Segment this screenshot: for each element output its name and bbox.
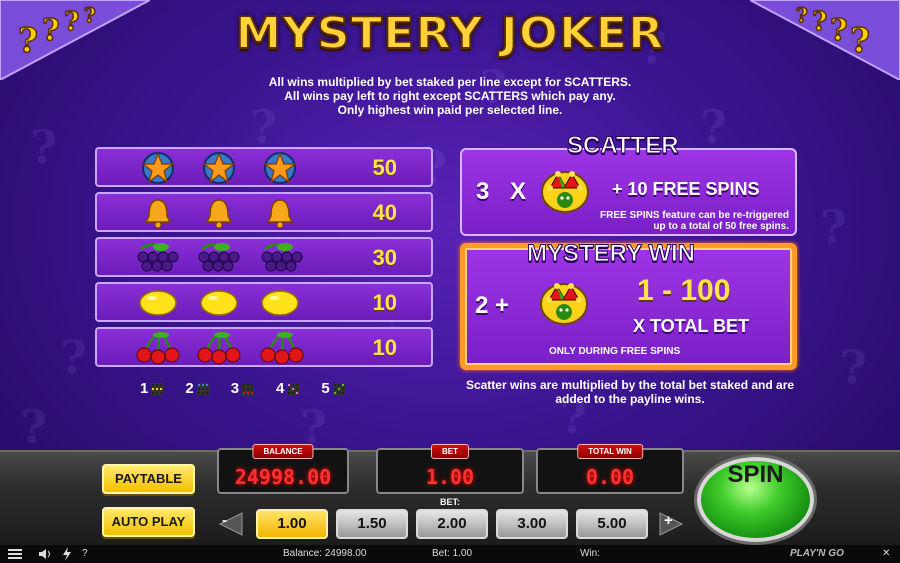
bell-icon: [205, 199, 233, 229]
help-button[interactable]: ?: [82, 548, 88, 559]
mystery-win-title: MYSTERY WIN: [526, 240, 696, 268]
paytable-value: 50: [372, 155, 397, 180]
grapes-icon: [198, 242, 240, 272]
mystery-win-count: 2 +: [475, 292, 510, 319]
scatter-count: 3: [476, 178, 490, 205]
payline-indicators: 1 2 3 4 5: [140, 380, 345, 397]
scatter-note: FREE SPINS feature can be re-triggered u…: [600, 210, 789, 232]
playngo-logo: PLAY'N GO: [790, 548, 844, 559]
payline-number: 3: [230, 380, 240, 397]
scatter-note-line-1: FREE SPINS feature can be re-triggered: [600, 210, 789, 221]
star-icon: [202, 152, 236, 184]
bet-option[interactable]: 5.00: [576, 509, 648, 539]
scatter-panel: SCATTER 3 X + 10 FREE SPINS FREE SPINS f…: [460, 132, 797, 236]
star-icon: [141, 152, 175, 184]
star-icon: [263, 152, 297, 184]
spin-button[interactable]: SPIN: [697, 457, 814, 542]
close-button[interactable]: ✕: [882, 548, 890, 559]
bet-option[interactable]: 3.00: [496, 509, 568, 539]
bet-selector-label: BET:: [440, 497, 460, 507]
grapes-icon: [261, 242, 303, 272]
bet-option[interactable]: 1.50: [336, 509, 408, 539]
balance-value: 24998.00: [234, 465, 332, 489]
payline-grid-icon: [242, 382, 255, 395]
payline-number: 5: [321, 380, 330, 397]
status-balance: Balance: 24998.00: [283, 548, 367, 559]
scatter-note-line-2: up to a total of 50 free spins.: [653, 221, 789, 232]
lightning-icon[interactable]: [62, 547, 72, 561]
total-win-value: 0.00: [585, 465, 635, 489]
payline-5: 5: [321, 380, 345, 397]
sound-icon[interactable]: [38, 548, 52, 560]
grapes-icon: [137, 242, 179, 272]
paytable: 50 40 30 10 10: [95, 147, 433, 372]
rules-text: All wins multiplied by bet staked per li…: [0, 75, 900, 117]
status-bet: Bet: 1.00: [432, 548, 473, 559]
mystery-win-range: 1 - 100: [637, 274, 731, 307]
payline-grid-icon: [151, 382, 164, 395]
auto-play-button[interactable]: AUTO PLAY: [102, 507, 195, 537]
bet-increase-button[interactable]: [658, 511, 686, 537]
mystery-win-panel: MYSTERY WIN 2 + 1 - 100 X TOTAL BET ONLY…: [460, 240, 797, 370]
scatter-title: SCATTER: [567, 132, 680, 160]
joker-scatter-icon: [540, 283, 588, 325]
paytable-value: 40: [372, 200, 397, 225]
payline-1: 1: [140, 380, 164, 397]
balance-label: BALANCE: [252, 444, 314, 459]
chevron-right-icon: [659, 512, 684, 536]
rules-line-1: All wins multiplied by bet staked per li…: [268, 75, 632, 89]
scatter-footnote: Scatter wins are multiplied by the total…: [462, 378, 798, 406]
scatter-reward: + 10 FREE SPINS: [612, 179, 760, 199]
lemon-icon: [261, 290, 299, 316]
game-title-logo: MYSTERY JOKER: [235, 6, 665, 59]
bet-decrease-button[interactable]: [216, 511, 244, 537]
bet-value: 1.00: [425, 465, 475, 489]
total-win-meter: TOTAL WIN 0.00: [536, 444, 684, 494]
payline-4: 4: [276, 380, 300, 397]
status-bar: ? Balance: 24998.00 Bet: 1.00 Win: PLAY'…: [0, 545, 900, 563]
rules-line-2: All wins pay left to right except SCATTE…: [284, 89, 616, 103]
scatter-footnote-line-1: Scatter wins are multiplied by the total…: [465, 378, 795, 392]
bell-icon: [266, 199, 294, 229]
total-win-label: TOTAL WIN: [577, 444, 643, 459]
bet-option[interactable]: 2.00: [416, 509, 488, 539]
payline-number: 1: [140, 380, 149, 397]
payline-number: 4: [276, 380, 285, 397]
paytable-value: 10: [372, 290, 397, 315]
scatter-times: X: [510, 178, 527, 205]
mystery-win-multiplier: X TOTAL BET: [633, 316, 750, 336]
mystery-win-condition: ONLY DURING FREE SPINS: [549, 346, 681, 357]
paytable-button[interactable]: PAYTABLE: [102, 464, 195, 494]
joker-scatter-icon: [541, 171, 589, 213]
bet-label: BET: [431, 444, 469, 459]
paytable-row-bell: 40: [95, 192, 433, 232]
paytable-row-grapes: 30: [95, 237, 433, 277]
balance-meter: BALANCE 24998.00: [217, 444, 349, 494]
paytable-row-cherries: 10: [95, 327, 433, 367]
paytable-row-lemon: 10: [95, 282, 433, 322]
cherries-icon: [260, 331, 304, 365]
payline-grid-icon: [332, 382, 345, 395]
payline-grid-icon: [196, 382, 209, 395]
cherries-icon: [197, 331, 241, 365]
paytable-row-star: 50: [95, 147, 433, 187]
status-win: Win:: [580, 548, 600, 559]
lemon-icon: [139, 290, 177, 316]
scatter-footnote-line-2: added to the payline wins.: [555, 392, 705, 406]
payline-3: 3: [230, 380, 255, 397]
payline-2: 2: [185, 380, 209, 397]
bet-option[interactable]: 1.00: [256, 509, 328, 539]
cherries-icon: [136, 331, 180, 365]
menu-icon[interactable]: [8, 548, 22, 560]
chevron-left-icon: [218, 512, 243, 536]
payline-number: 2: [185, 380, 194, 397]
paytable-value: 30: [372, 245, 397, 270]
payline-grid-icon: [287, 382, 300, 395]
paytable-value: 10: [372, 335, 397, 360]
bet-meter: BET 1.00: [376, 444, 524, 494]
rules-line-3: Only highest win paid per selected line.: [337, 103, 563, 117]
lemon-icon: [200, 290, 238, 316]
bell-icon: [144, 199, 172, 229]
